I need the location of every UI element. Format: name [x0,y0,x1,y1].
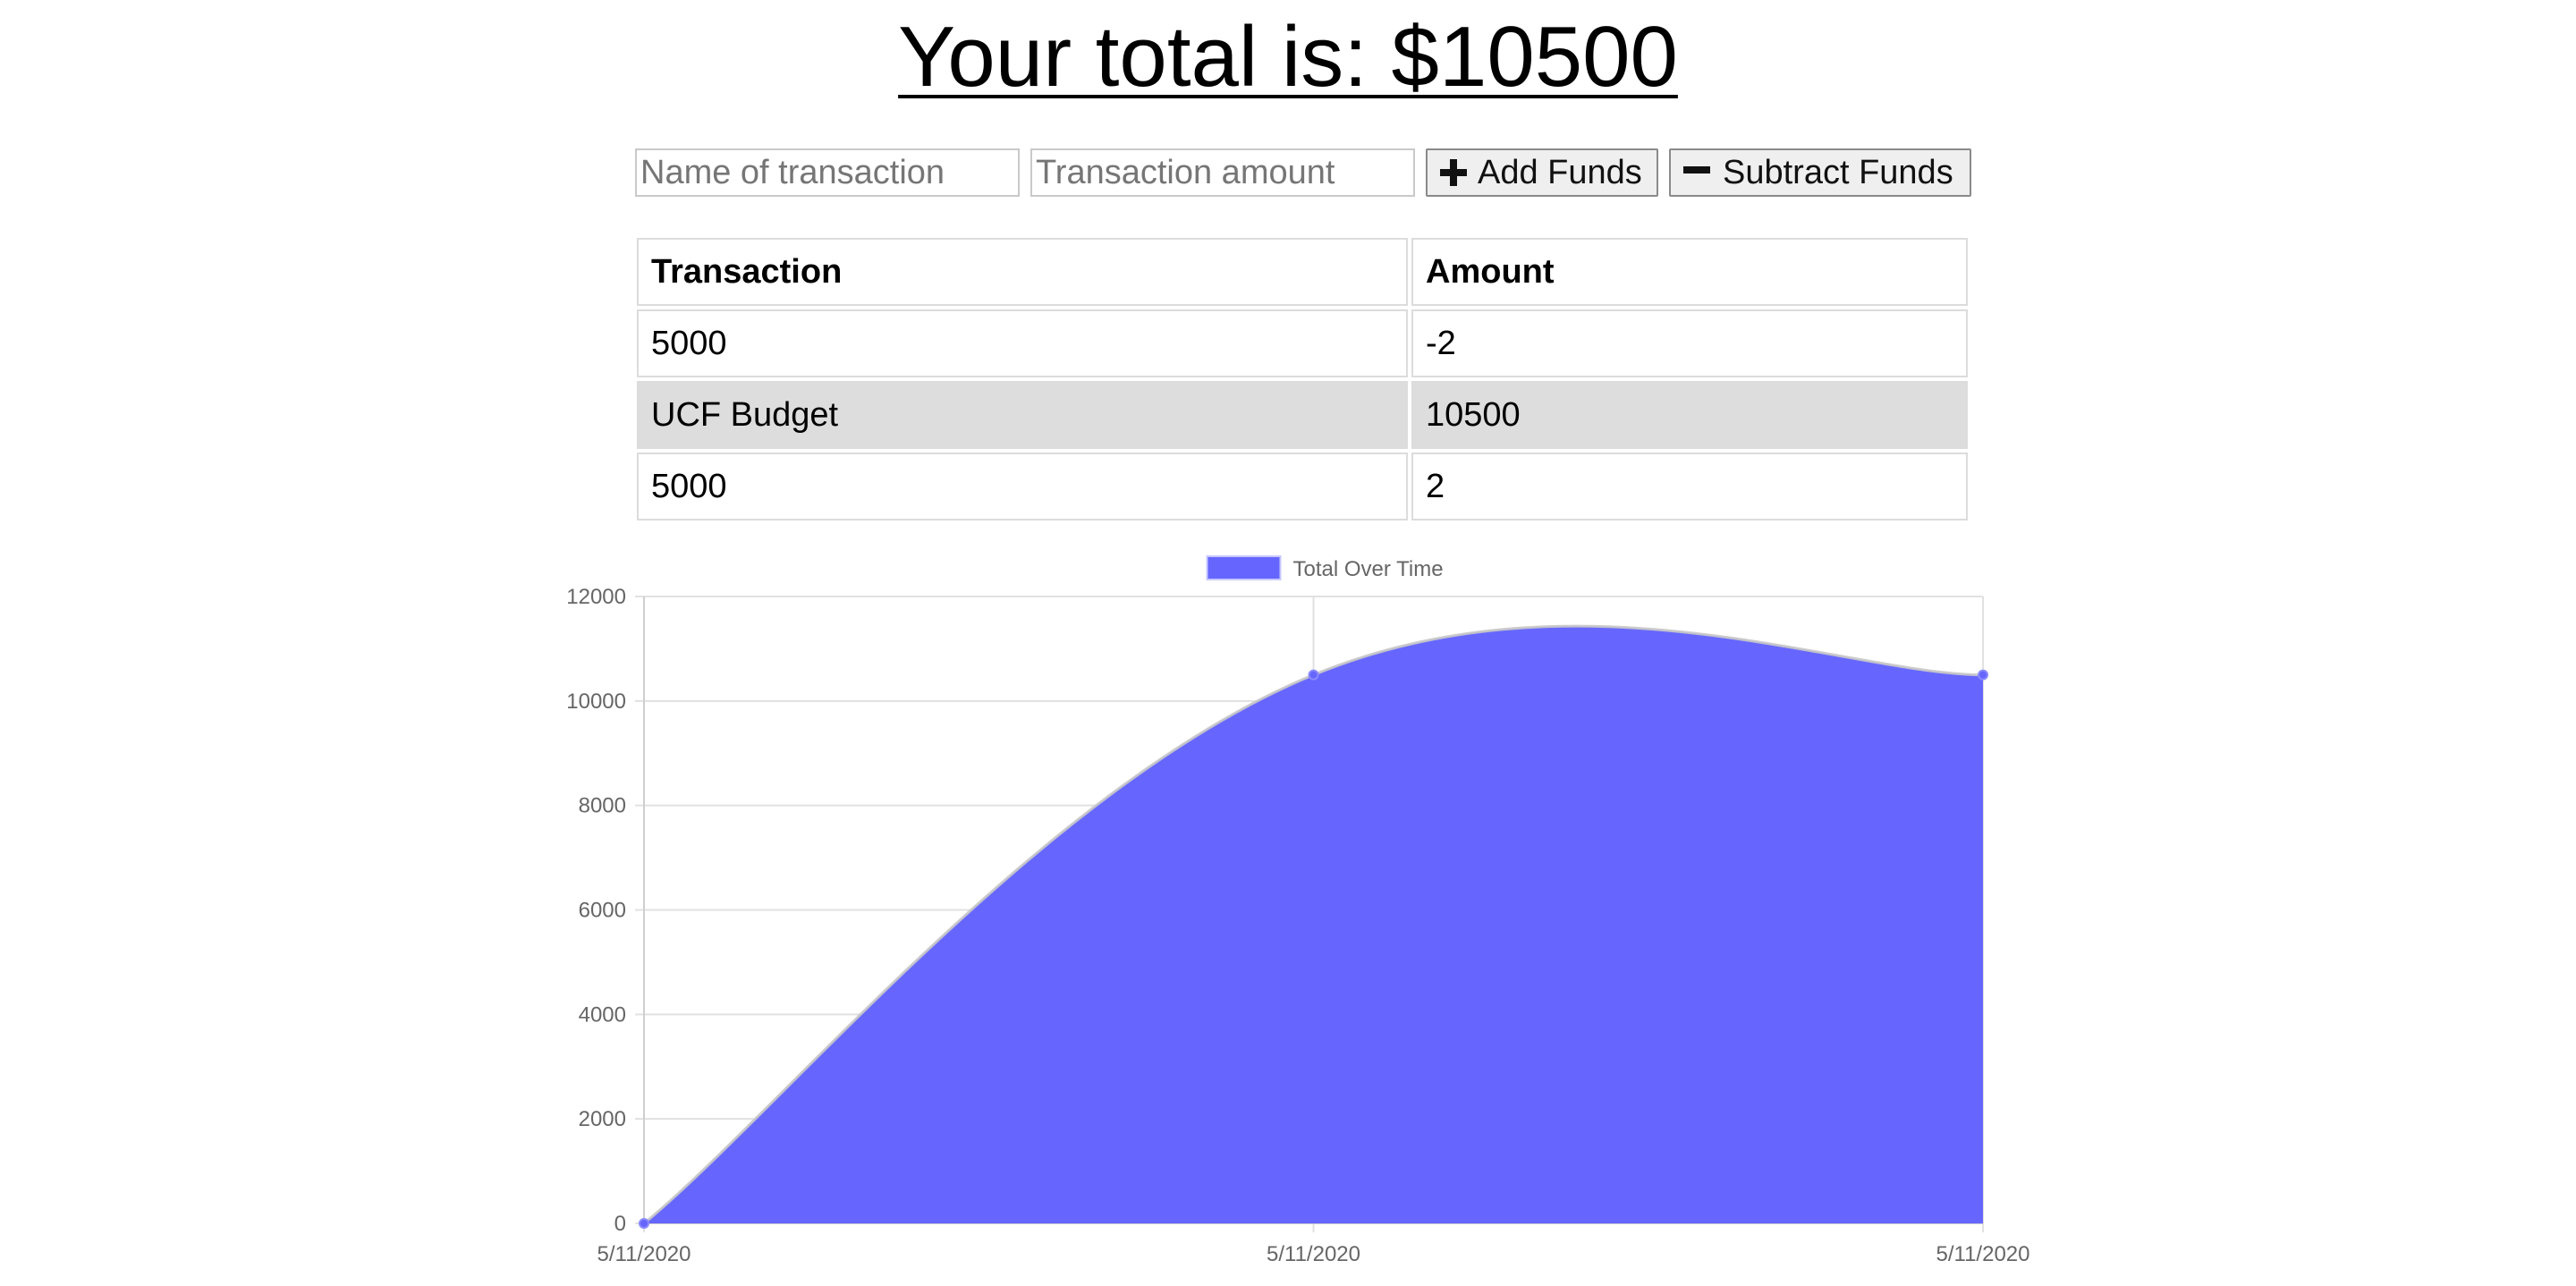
subtract-funds-button[interactable]: Subtract Funds [1669,148,1971,197]
table-header-row: Transaction Amount [637,238,1968,306]
header-amount: Amount [1411,238,1968,306]
total-over-time-chart: 0 2000 4000 6000 8000 10000 12000 5/11/2020 5/11… [566,555,2030,1266]
x-tick-label: 5/11/2020 [1936,1242,2030,1266]
legend-swatch [1206,555,1282,580]
table-row: UCF Budget 10500 [637,381,1968,449]
data-point [639,1218,649,1229]
y-tick-label: 6000 [579,899,626,923]
y-tick-label: 10000 [566,690,626,714]
table-row: 5000 2 [637,453,1968,520]
legend-label: Total Over Time [1293,557,1444,581]
transaction-name-cell: 5000 [637,309,1408,377]
minus-icon [1683,166,1710,173]
x-tick-label: 5/11/2020 [1267,1242,1360,1266]
data-point [1308,669,1319,681]
transaction-name-cell: UCF Budget [637,381,1408,449]
total-heading: Your total is: $10500 [898,9,1678,105]
data-point [1978,669,1988,681]
transaction-name-cell: 5000 [637,453,1408,520]
transaction-amount-cell: -2 [1411,309,1968,377]
subtract-funds-label: Subtract Funds [1723,153,1953,191]
y-tick-label: 4000 [579,1003,626,1027]
x-tick-label: 5/11/2020 [597,1242,691,1266]
transaction-name-input[interactable] [635,148,1020,197]
y-tick-label: 0 [614,1212,626,1236]
series-area [644,626,1983,1223]
y-tick-label: 12000 [566,585,626,609]
table-row: 5000 -2 [637,309,1968,377]
transaction-amount-cell: 10500 [1411,381,1968,449]
header-transaction: Transaction [637,238,1408,306]
transactions-table: Transaction Amount 5000 -2 UCF Budget 10… [633,234,1971,524]
transaction-amount-input[interactable] [1030,148,1415,197]
y-tick-label: 2000 [579,1107,626,1131]
plus-icon [1440,159,1467,186]
add-funds-button[interactable]: Add Funds [1426,148,1658,197]
y-tick-label: 8000 [579,794,626,818]
transaction-amount-cell: 2 [1411,453,1968,520]
add-funds-label: Add Funds [1478,153,1642,191]
